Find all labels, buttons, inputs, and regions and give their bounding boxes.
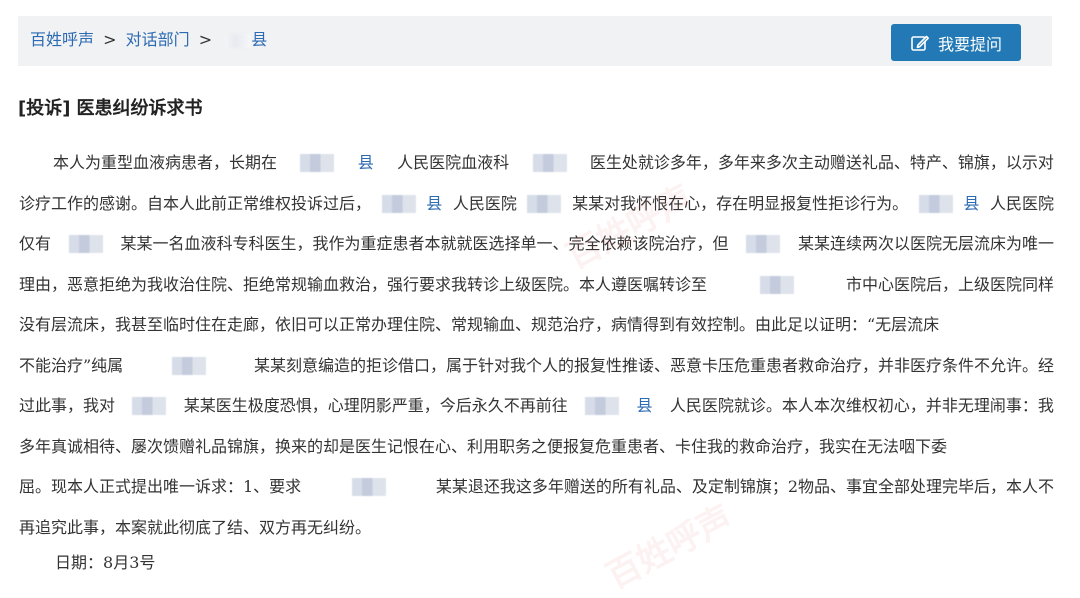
post-title-text: 医患纠纷诉求书 [76,98,203,119]
breadcrumb-home[interactable]: 百姓呼声 [30,30,94,49]
body-text: 某某一名血液科专科医生，我作为重症患者本就就医选择单一、完全依赖该院治疗，但 [120,234,729,253]
post-body-line: 本人为重型血液病患者，长期在 县 人民医院血液科 医生处就诊多年，多年来多次主动赠送礼… [19,143,1054,184]
body-text: 不能治疗”纯属 [19,355,124,375]
redacted-mosaic [585,397,620,416]
county-link-text: 县 [357,153,374,172]
post-body-line: 不能治疗”纯属 某某刻意编造的拒诊借口，属于针对我个人的报复性推诿、恶意卡压危重患… [19,346,1054,387]
redacted-mosaic [68,235,103,254]
county-link-text: 县 [426,193,443,213]
breadcrumb-department[interactable]: 对话部门 [126,30,190,49]
body-text: 诊疗工作的感谢。自本人此前正常维权投诉过后， [19,193,372,213]
post-body-line: 屈。现本人正式提出唯一诉求：1、要求 某某退还我这多年赠送的所有礼品、及定制锦旗；… [19,467,1054,508]
body-text: 某某对我怀恨在心，存在明显报复性拒诊行为。 [572,193,909,213]
body-text: 某某连续两次以医院无层流床为唯一 [797,234,1054,253]
body-text: 本人为重型血液病患者，长期在 [53,153,278,172]
body-text: 仅有 [19,234,52,253]
body-text: 理由，恶意拒绝为我收治住院、拒绝常规输血救治，强行要求我转诊上级医院。本人遵医嘱… [19,274,708,294]
post-tag: [投诉] [18,98,71,119]
body-text: 某某医生极度恐惧，心理阴影严重，今后永久不再前往 [183,396,568,415]
redacted-mosaic [918,194,953,213]
post-body-line: 理由，恶意拒绝为我收治住院、拒绝常规输血救治，强行要求我转诊上级医院。本人遵医嘱… [19,265,1054,306]
redacted-mosaic [132,397,167,416]
edit-icon [911,35,929,51]
breadcrumb-current[interactable]: 县 [251,30,267,49]
county-link-text: 县 [963,193,980,213]
ask-question-button[interactable]: 我要提问 [891,24,1021,61]
redacted-mosaic [381,194,416,213]
post-body-line: 过此事，我对 某某医生极度恐惧，心理阴影严重，今后永久不再前往 县人民医院就诊。本人… [19,386,1054,427]
body-text: 人民医院 [452,193,517,213]
post-body-line: 多年真诚相待、屡次馈赠礼品锦旗，换来的却是医生记恨在心、利用职务之便报复危重患者… [19,427,1054,468]
body-text: 人民医院就诊。本人本次维权初心，并非无理闹事：我 [669,396,1054,415]
ask-question-label: 我要提问 [937,34,1002,54]
breadcrumb-separator: > [103,30,117,49]
body-text: 市中心医院后，上级医院同样 [845,274,1054,294]
post-date: 日期：8月3号 [55,549,155,573]
body-text: 多年真诚相待、屡次馈赠礼品锦旗，换来的却是医生记恨在心、利用职务之便报复危重患者… [19,436,948,456]
redacted-mosaic [351,478,386,497]
redacted-mosaic [171,356,206,375]
body-text: 人民医院血液科 [397,153,510,172]
date-label: 日期： [55,553,104,572]
post-body-line: 再追究此事，本案就此彻底了结、双方再无纠纷。 [19,508,1054,549]
body-text: 过此事，我对 [19,396,116,415]
redacted-mosaic [300,154,335,173]
body-text: 某某退还我这多年赠送的所有礼品、及定制锦旗；2物品、事宜全部处理完毕后，本人不 [435,477,1054,496]
body-text: 没有层流床，我甚至临时住在走廊，依旧可以正常办理住院、常规输血、规范治疗，病情得… [19,315,940,334]
post-body: 本人为重型血液病患者，长期在县人民医院血液科 医生处就诊多年，多年来多次主动赠送礼… [19,143,1054,548]
redacted-mosaic [532,154,567,173]
redacted-mosaic [527,194,562,213]
top-bar: 百姓呼声 > 对话部门 > 县 我要提问 [18,16,1052,66]
body-text: 人民医院 [989,193,1054,213]
body-text: 屈。现本人正式提出唯一诉求：1、要求 [19,477,302,496]
date-value: 8月3号 [103,553,156,572]
breadcrumb: 百姓呼声 > 对话部门 > 县 [30,16,267,66]
redacted-region [225,33,252,48]
body-text: 某某刻意编造的拒诊借口，属于针对我个人的报复性推诿、恶意卡压危重患者救命治疗，并… [253,355,1054,375]
body-text: 医生处就诊多年，多年来多次主动赠送礼品、特产、锦旗，以示对 [589,153,1054,172]
post-title: [投诉] 医患纠纷诉求书 [18,94,202,120]
breadcrumb-separator: > [198,30,213,49]
post-body-line: 没有层流床，我甚至临时住在走廊，依旧可以正常办理住院、常规输血、规范治疗，病情得… [19,305,1054,346]
post-body-line: 仅有 某某一名血液科专科医生，我作为重症患者本就就医选择单一、完全依赖该院治疗，但… [19,224,1054,265]
post-body-line: 诊疗工作的感谢。自本人此前正常维权投诉过后，县人民医院 某某对我怀恨在心，存在明显… [19,184,1054,225]
county-link-text: 县 [636,396,653,415]
redacted-mosaic [759,275,794,294]
redacted-mosaic [746,235,781,254]
body-text: 再追究此事，本案就此彻底了结、双方再无纠纷。 [19,517,372,537]
